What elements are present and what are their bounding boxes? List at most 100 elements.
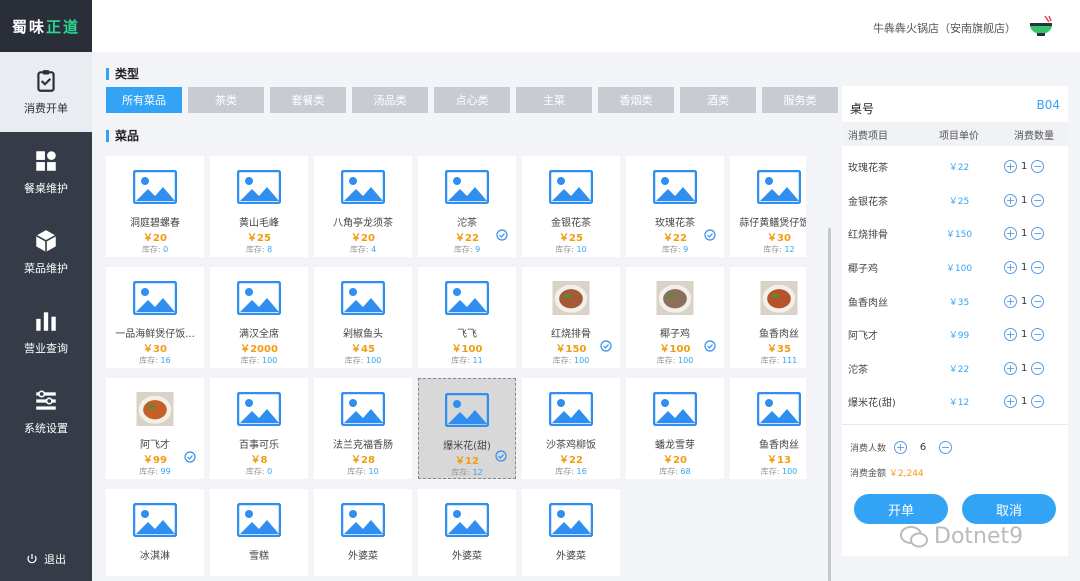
qty-decrement-button[interactable]: − [1031, 395, 1045, 409]
stock-value: 9 [683, 245, 689, 254]
dish-name: 金银花茶 [551, 218, 591, 229]
dish-card[interactable]: 洞庭碧螺春 ￥20 库存: 0 [106, 156, 204, 257]
dish-card[interactable]: 鱼香肉丝 ￥13 库存: 100 [730, 378, 806, 479]
order-item-qty: +1− [1004, 160, 1045, 174]
bowl-icon [1030, 15, 1052, 36]
dish-name: 鱼香肉丝 [759, 329, 799, 340]
qty-increment-button[interactable]: + [1004, 193, 1017, 207]
dish-card[interactable]: 外婆菜 [418, 489, 516, 576]
qty-increment-button[interactable]: + [1004, 261, 1017, 275]
check-circle-icon [600, 340, 612, 352]
dish-card[interactable]: 八角亭龙须茶 ￥20 库存: 4 [314, 156, 412, 257]
order-item-qty: +1− [1004, 261, 1045, 275]
category-button[interactable]: 香烟类 [598, 87, 674, 113]
dish-card[interactable]: 法兰克福香肠 ￥28 库存: 10 [314, 378, 412, 479]
dish-card[interactable]: 阿飞才 ￥99 库存: 99 [106, 378, 204, 479]
sidebar-item-tables[interactable]: 餐桌维护 [0, 132, 92, 212]
dish-card[interactable]: 蒜仔黄鳝煲仔饭... ￥30库存: 12 [730, 156, 806, 257]
dish-card[interactable]: 外婆菜 [522, 489, 620, 576]
guest-decrement-button[interactable]: − [939, 441, 953, 454]
dish-name: 满汉全席 [239, 329, 279, 340]
qty-value: 1 [1021, 329, 1028, 341]
sidebar-item-billing[interactable]: 消费开单 [0, 52, 92, 132]
stock-label: 库存: [245, 467, 265, 476]
cube-icon [35, 230, 57, 252]
order-item-price: ￥99 [948, 331, 970, 342]
stock-value: 0 [163, 245, 169, 254]
qty-increment-button[interactable]: + [1004, 160, 1017, 174]
order-item-qty: +1− [1004, 193, 1045, 207]
dish-card[interactable]: 黄山毛峰 ￥25 库存: 8 [210, 156, 308, 257]
qty-decrement-button[interactable]: − [1031, 328, 1045, 342]
dish-name: 一品海鲜煲仔饭... [115, 329, 195, 340]
dish-card[interactable]: 沱茶 ￥22 库存: 9 [418, 156, 516, 257]
sidebar-item-settings[interactable]: 系统设置 [0, 372, 92, 452]
col-item-header: 消费项目 [848, 130, 888, 142]
sidebar-item-label: 系统设置 [24, 422, 68, 435]
stock-label: 库存: [240, 356, 260, 365]
category-button[interactable]: 点心类 [434, 87, 510, 113]
dish-card[interactable]: 冰淇淋 [106, 489, 204, 576]
category-button[interactable]: 酒类 [680, 87, 756, 113]
qty-decrement-button[interactable]: − [1031, 361, 1045, 375]
dish-card[interactable]: 剁椒鱼头 ￥45 库存: 100 [314, 267, 412, 368]
category-button[interactable]: 服务类 [762, 87, 838, 113]
sidebar-item-reports[interactable]: 营业查询 [0, 292, 92, 372]
qty-decrement-button[interactable]: − [1031, 160, 1045, 174]
stock-value: 9 [475, 245, 481, 254]
dish-price: ￥30 [767, 233, 791, 244]
dish-card[interactable]: 爆米花(甜) ￥12 库存: 12 [418, 378, 516, 479]
dish-card[interactable]: 红烧排骨 ￥150 库存: 100 [522, 267, 620, 368]
dish-card[interactable]: 飞飞 ￥100 库存: 11 [418, 267, 516, 368]
category-button[interactable]: 所有菜品 [106, 87, 182, 113]
clipboard-icon [37, 70, 55, 92]
dish-card[interactable]: 玫瑰花茶 ￥22 库存: 9 [626, 156, 724, 257]
order-item-name: 阿飞才 [848, 331, 878, 343]
qty-increment-button[interactable]: + [1004, 227, 1017, 241]
order-item-price: ￥22 [948, 364, 970, 375]
qty-decrement-button[interactable]: − [1031, 227, 1045, 241]
dish-price: ￥22 [559, 455, 583, 466]
image-placeholder-icon [546, 162, 596, 212]
dish-card[interactable]: 鱼香肉丝 ￥35 库存: 111 [730, 267, 806, 368]
dish-photo [754, 273, 804, 323]
dish-stock: 库存: 9 [662, 244, 688, 255]
guest-increment-button[interactable]: + [894, 441, 908, 454]
dish-card[interactable]: 外婆菜 [314, 489, 412, 576]
dish-card[interactable]: 雪糕 [210, 489, 308, 576]
sidebar-item-dishes[interactable]: 菜品维护 [0, 212, 92, 292]
qty-increment-button[interactable]: + [1004, 361, 1017, 375]
dish-card[interactable]: 满汉全席 ￥2000 库存: 100 [210, 267, 308, 368]
stock-value: 16 [576, 467, 587, 476]
qty-increment-button[interactable]: + [1004, 395, 1017, 409]
dish-card[interactable]: 一品海鲜煲仔饭... ￥30 库存: 16 [106, 267, 204, 368]
qty-decrement-button[interactable]: − [1031, 294, 1045, 308]
check-circle-icon [704, 229, 716, 241]
dish-name: 冰淇淋 [140, 551, 170, 562]
dish-price: ￥30 [143, 344, 167, 355]
dish-card[interactable]: 蟠龙雪芽 ￥20 库存: 68 [626, 378, 724, 479]
image-placeholder-icon [442, 273, 492, 323]
logout-button[interactable]: 退出 [0, 551, 92, 567]
dish-card[interactable]: 百事可乐 ￥8 库存: 0 [210, 378, 308, 479]
category-button[interactable]: 汤品类 [352, 87, 428, 113]
qty-increment-button[interactable]: + [1004, 294, 1017, 308]
order-table-header: 消费项目 项目单价 消费数量 [842, 122, 1068, 146]
dish-card[interactable]: 金银花茶 ￥25 库存: 10 [522, 156, 620, 257]
open-order-button[interactable]: 开单 [854, 494, 948, 524]
order-item-name: 红烧排骨 [848, 230, 888, 242]
dish-card[interactable]: 椰子鸡 ￥100 库存: 100 [626, 267, 724, 368]
qty-increment-button[interactable]: + [1004, 328, 1017, 342]
category-button[interactable]: 茶类 [188, 87, 264, 113]
qty-decrement-button[interactable]: − [1031, 193, 1045, 207]
cancel-button[interactable]: 取消 [962, 494, 1056, 524]
dish-stock: 库存: 0 [246, 466, 272, 477]
category-button[interactable]: 主菜 [516, 87, 592, 113]
dish-grid-scrollbar[interactable] [828, 228, 831, 581]
dish-stock: 库存: 100 [553, 355, 590, 366]
stock-value: 0 [267, 467, 273, 476]
category-button[interactable]: 套餐类 [270, 87, 346, 113]
qty-decrement-button[interactable]: − [1031, 261, 1045, 275]
grid-icon [36, 151, 56, 171]
dish-card[interactable]: 沙茶鸡柳饭 ￥22 库存: 16 [522, 378, 620, 479]
